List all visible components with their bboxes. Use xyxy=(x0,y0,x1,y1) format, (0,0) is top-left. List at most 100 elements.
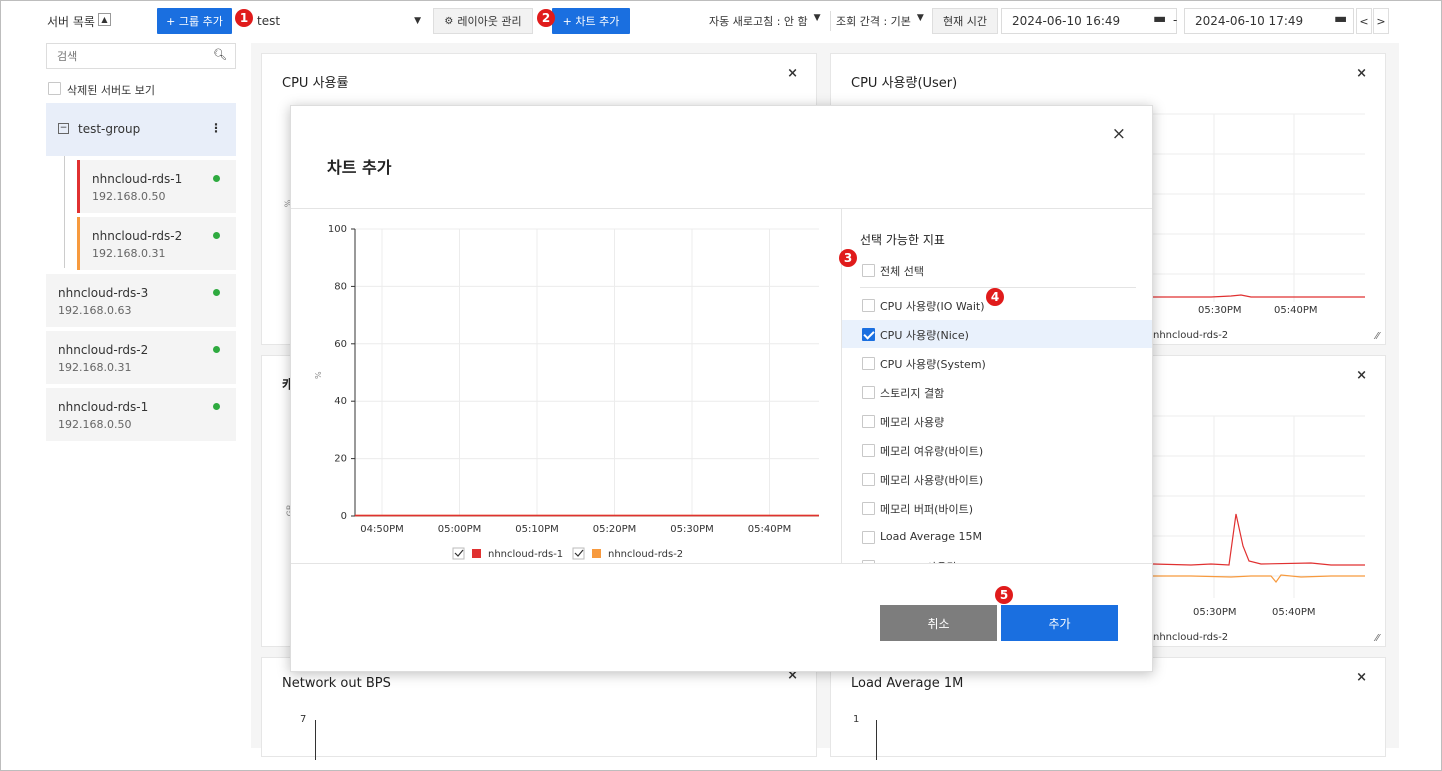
metrics-title: 선택 가능한 지표 xyxy=(860,233,945,247)
metric-label: Load Average 15M xyxy=(880,530,983,543)
legend-label: nhncloud-rds-2 xyxy=(1153,330,1228,341)
resize-handle-icon[interactable]: ⁄⁄ xyxy=(1376,331,1379,342)
y-tick-label: 40 xyxy=(334,396,347,407)
server-name: nhncloud-rds-1 xyxy=(92,172,183,186)
y-axis xyxy=(315,720,316,760)
group-item-rds-2[interactable]: nhncloud-rds-2 192.168.0.31 xyxy=(77,217,236,270)
metric-checkbox[interactable] xyxy=(862,386,875,399)
legend-checkbox xyxy=(572,547,585,560)
metric-label: CPU 사용량(Nice) xyxy=(880,329,969,342)
metric-option[interactable]: Storage 사용량 xyxy=(842,552,1152,563)
close-icon[interactable]: × xyxy=(1112,124,1126,144)
close-icon[interactable]: × xyxy=(1356,670,1367,685)
server-item-rds-3[interactable]: nhncloud-rds-3 192.168.0.63 xyxy=(46,274,236,327)
metric-option[interactable]: Load Average 15M xyxy=(842,523,1152,551)
end-time-input[interactable]: 2024-06-10 17:49 xyxy=(1184,8,1354,34)
server-list-label: 서버 목록 xyxy=(47,15,95,29)
y-tick-label: 1 xyxy=(853,714,860,725)
collapse-icon[interactable]: ▲ xyxy=(98,13,111,26)
resize-handle-icon[interactable]: ⁄⁄ xyxy=(1376,633,1379,644)
range-separator: - xyxy=(1173,13,1178,27)
y-tick-label: 7 xyxy=(300,714,307,725)
metric-option[interactable]: CPU 사용량(Nice) xyxy=(842,320,1152,348)
next-button[interactable]: > xyxy=(1373,8,1389,34)
server-name: nhncloud-rds-3 xyxy=(58,286,149,300)
metric-checkbox[interactable] xyxy=(862,502,875,515)
metric-checkbox[interactable] xyxy=(862,473,875,486)
metric-option[interactable]: 메모리 여유량(바이트) xyxy=(842,436,1152,464)
divider xyxy=(830,11,831,31)
cancel-button[interactable]: 취소 xyxy=(880,605,997,641)
step-badge-1: 1 xyxy=(235,9,253,27)
group-row[interactable]: − test-group ⋮ xyxy=(46,103,236,156)
chevron-down-icon: ▼ xyxy=(916,13,924,23)
select-all-checkbox[interactable] xyxy=(862,264,875,277)
x-tick-label: 05:30PM xyxy=(670,524,713,535)
layout-manage-button[interactable]: ⚙ 레이아웃 관리 xyxy=(433,8,533,34)
server-ip: 192.168.0.63 xyxy=(58,304,132,317)
x-tick-label: 05:20PM xyxy=(593,524,636,535)
legend-swatch xyxy=(472,549,481,558)
status-dot xyxy=(213,232,220,239)
metric-option[interactable]: 스토리지 결함 xyxy=(842,378,1152,406)
metric-checkbox[interactable] xyxy=(862,444,875,457)
start-time-input[interactable]: 2024-06-10 16:49 xyxy=(1001,8,1177,34)
metric-label: 메모리 버퍼(바이트) xyxy=(880,503,974,516)
show-deleted-checkbox[interactable] xyxy=(48,82,61,95)
add-button[interactable]: 추가 xyxy=(1001,605,1118,641)
step-badge-3: 3 xyxy=(839,249,857,267)
panel-title: Network out BPS xyxy=(282,676,391,691)
y-tick-label: 60 xyxy=(334,339,347,350)
add-chart-button[interactable]: + 차트 추가 xyxy=(552,8,630,34)
now-button[interactable]: 현재 시간 xyxy=(932,8,998,34)
search-input[interactable] xyxy=(47,44,207,68)
metric-label: 메모리 사용량(바이트) xyxy=(880,474,984,487)
layout-manage-label: 레이아웃 관리 xyxy=(457,15,522,28)
more-icon[interactable]: ⋮ xyxy=(210,121,222,135)
y-tick-label: 100 xyxy=(328,224,347,235)
metric-label: 메모리 여유량(바이트) xyxy=(880,445,984,458)
metric-checkbox[interactable] xyxy=(862,531,875,544)
add-chart-dialog: 차트 추가 × 0 20 40 60 80 100 04:50PM 05:00PM 05:10P… xyxy=(290,105,1153,672)
server-item-rds-1[interactable]: nhncloud-rds-1 192.168.0.50 xyxy=(46,388,236,441)
metric-checkbox[interactable] xyxy=(862,328,875,341)
dialog-title: 차트 추가 xyxy=(327,158,392,177)
metrics-panel: 선택 가능한 지표 전체 선택 CPU 사용량(IO Wait) CPU 사용량(… xyxy=(842,209,1152,563)
status-dot xyxy=(213,403,220,410)
show-deleted-row[interactable]: 삭제된 서버도 보기 xyxy=(46,80,236,98)
layout-select[interactable]: test ▼ xyxy=(251,8,429,34)
metric-checkbox[interactable] xyxy=(862,357,875,370)
metric-option[interactable]: 메모리 버퍼(바이트) xyxy=(842,494,1152,522)
auto-refresh-label: 자동 새로고침 : 안 함 xyxy=(709,15,808,28)
gear-icon: ⚙ xyxy=(444,15,454,27)
metric-option[interactable]: CPU 사용량(System) xyxy=(842,349,1152,377)
metric-option[interactable]: 메모리 사용량 xyxy=(842,407,1152,435)
status-dot xyxy=(213,346,220,353)
legend-label: nhncloud-rds-2 xyxy=(1153,632,1228,643)
auto-refresh-select[interactable]: 자동 새로고침 : 안 함 ▼ xyxy=(709,13,821,29)
prev-button[interactable]: < xyxy=(1356,8,1372,34)
calendar-icon[interactable]: ▬ xyxy=(1334,11,1347,27)
search-icon[interactable]: 🔍︎ xyxy=(213,48,227,61)
collapse-group-icon[interactable]: − xyxy=(58,123,69,134)
y-tick-label: 0 xyxy=(341,511,347,522)
metric-label: CPU 사용량(System) xyxy=(880,358,986,371)
interval-select[interactable]: 조회 간격 : 기본 ▼ xyxy=(836,13,924,29)
panel-title: Load Average 1M xyxy=(851,676,964,691)
metric-checkbox[interactable] xyxy=(862,415,875,428)
select-all-row[interactable]: 전체 선택 xyxy=(842,256,1152,284)
server-item-rds-2[interactable]: nhncloud-rds-2 192.168.0.31 xyxy=(46,331,236,384)
calendar-icon[interactable]: ▬ xyxy=(1153,11,1166,27)
metric-option[interactable]: 메모리 사용량(바이트) xyxy=(842,465,1152,493)
close-icon[interactable]: × xyxy=(787,66,798,81)
panel-network-out: Network out BPS × 7 xyxy=(261,657,817,760)
y-axis xyxy=(876,720,877,760)
add-group-button[interactable]: + 그룹 추가 xyxy=(157,8,232,34)
show-deleted-label: 삭제된 서버도 보기 xyxy=(67,84,155,97)
metric-checkbox[interactable] xyxy=(862,299,875,312)
group-item-rds-1[interactable]: nhncloud-rds-1 192.168.0.50 xyxy=(77,160,236,213)
x-tick-label: 05:00PM xyxy=(438,524,481,535)
metric-label: 메모리 사용량 xyxy=(880,416,945,429)
x-tick-label: 05:40PM xyxy=(1274,305,1317,316)
server-name: nhncloud-rds-1 xyxy=(58,400,149,414)
